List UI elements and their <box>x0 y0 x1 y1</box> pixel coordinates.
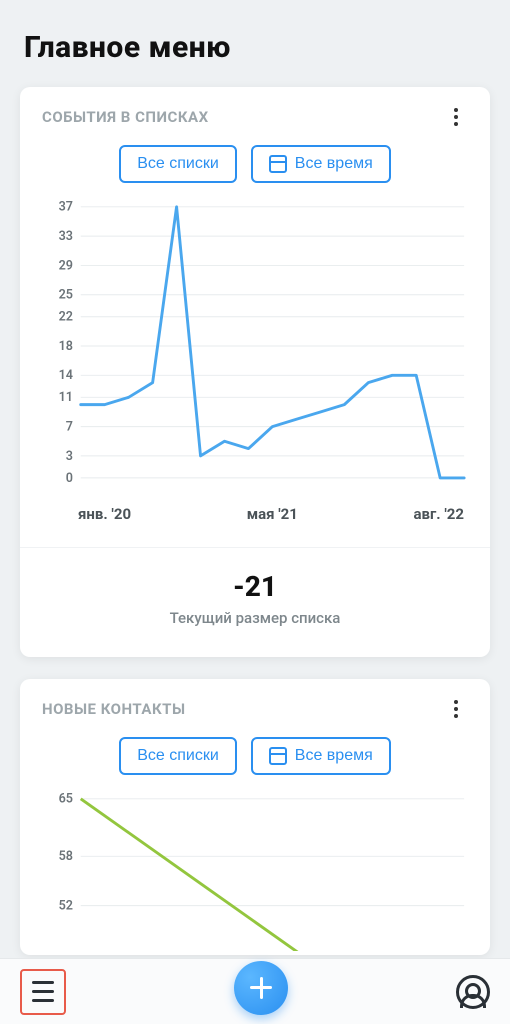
svg-text:3: 3 <box>66 449 73 464</box>
x-axis-label: авг. '22 <box>413 505 464 523</box>
filter-label: Все списки <box>137 155 219 173</box>
svg-text:18: 18 <box>59 339 73 354</box>
chart-events: 0371114182225293337 янв. '20 мая '21 авг… <box>20 199 490 541</box>
page-title: Главное меню <box>24 30 490 65</box>
card-menu-icon[interactable] <box>444 697 468 721</box>
metric-value: -21 <box>20 570 490 603</box>
filter-all-time-button[interactable]: Все время <box>251 145 391 183</box>
filter-label: Все списки <box>137 747 219 765</box>
add-button[interactable] <box>234 961 288 1015</box>
calendar-icon <box>269 155 287 173</box>
svg-text:22: 22 <box>59 310 73 325</box>
card-menu-icon[interactable] <box>444 105 468 129</box>
calendar-icon <box>269 747 287 765</box>
metric-label: Текущий размер списка <box>20 609 490 627</box>
filter-all-lists-button[interactable]: Все списки <box>119 145 237 183</box>
profile-button[interactable] <box>456 975 490 1009</box>
svg-text:37: 37 <box>59 201 73 215</box>
chart-contacts: 323945525865 <box>20 791 490 951</box>
filter-all-lists-button[interactable]: Все списки <box>119 737 237 775</box>
filter-all-time-button[interactable]: Все время <box>251 737 391 775</box>
x-axis-label: янв. '20 <box>78 505 131 523</box>
card-events-in-lists: СОБЫТИЯ В СПИСКАХ Все списки Все время 0… <box>20 87 490 657</box>
svg-text:25: 25 <box>59 288 73 303</box>
card-title: НОВЫЕ КОНТАКТЫ <box>42 700 186 718</box>
card-title: СОБЫТИЯ В СПИСКАХ <box>42 108 209 126</box>
svg-text:52: 52 <box>59 899 73 914</box>
svg-text:0: 0 <box>66 471 73 486</box>
svg-text:29: 29 <box>59 258 73 273</box>
svg-text:11: 11 <box>59 390 73 405</box>
svg-text:33: 33 <box>59 229 73 244</box>
filter-label: Все время <box>295 747 373 765</box>
bottom-bar <box>0 958 510 1024</box>
svg-text:65: 65 <box>59 793 73 807</box>
svg-text:7: 7 <box>66 419 73 434</box>
hamburger-menu-button[interactable] <box>20 969 66 1015</box>
filter-label: Все время <box>295 155 373 173</box>
card-new-contacts: НОВЫЕ КОНТАКТЫ Все списки Все время 3239… <box>20 679 490 955</box>
svg-text:14: 14 <box>59 368 73 383</box>
svg-text:58: 58 <box>59 850 73 865</box>
x-axis-label: мая '21 <box>247 505 298 523</box>
